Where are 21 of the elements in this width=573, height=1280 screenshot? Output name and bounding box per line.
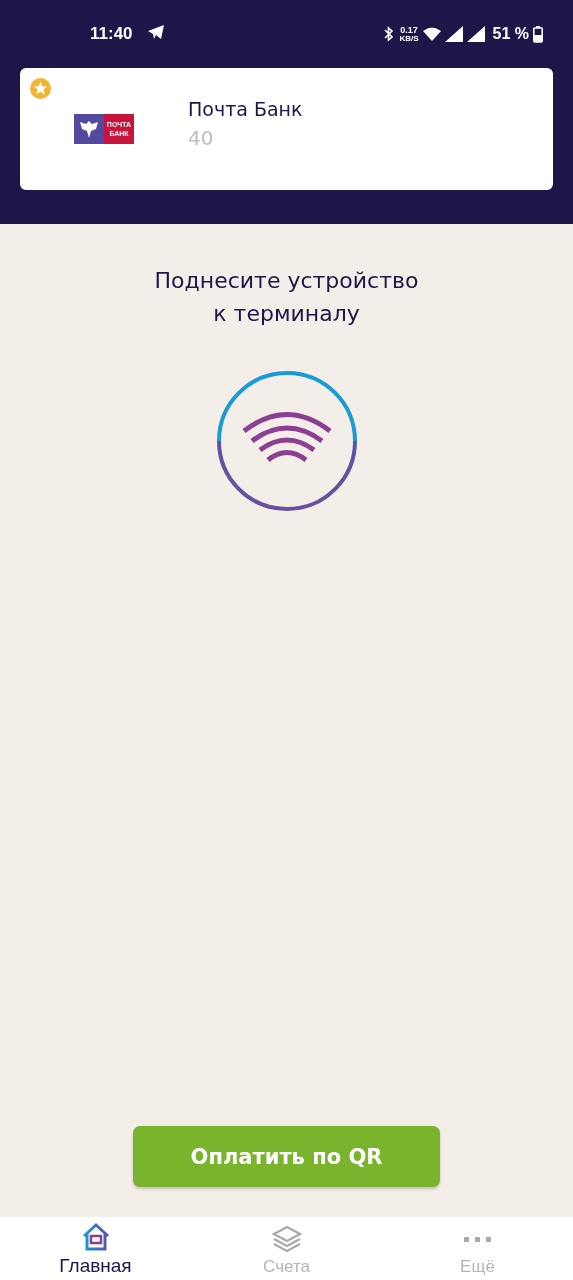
nav-tab[interactable]: Ещё bbox=[382, 1217, 573, 1280]
layers-icon bbox=[271, 1225, 302, 1253]
nav-tab[interactable]: Главная bbox=[0, 1217, 191, 1280]
more-icon bbox=[464, 1237, 491, 1242]
speed-unit: KB/S bbox=[399, 33, 419, 43]
contactless-icon bbox=[215, 370, 358, 512]
wifi-icon bbox=[422, 27, 441, 41]
pay-by-qr-button[interactable]: Оплатить по QR bbox=[133, 1126, 440, 1187]
network-speed: 0.17 bbox=[400, 25, 418, 34]
instruction-text: Поднесите устройство к терминалу bbox=[153, 267, 420, 328]
clock: 11:40 bbox=[90, 24, 133, 44]
paper-plane-icon bbox=[146, 24, 165, 40]
signal-icon bbox=[466, 26, 485, 42]
battery-icon bbox=[533, 25, 543, 43]
nav-tab[interactable]: Счета bbox=[191, 1217, 382, 1280]
bluetooth-icon bbox=[383, 26, 396, 42]
battery-level: 51 % bbox=[492, 25, 529, 43]
signal-icon bbox=[444, 26, 463, 42]
card-name: Почта Банк bbox=[188, 98, 303, 120]
card-number: 40 bbox=[188, 126, 215, 150]
home-icon bbox=[80, 1223, 111, 1251]
